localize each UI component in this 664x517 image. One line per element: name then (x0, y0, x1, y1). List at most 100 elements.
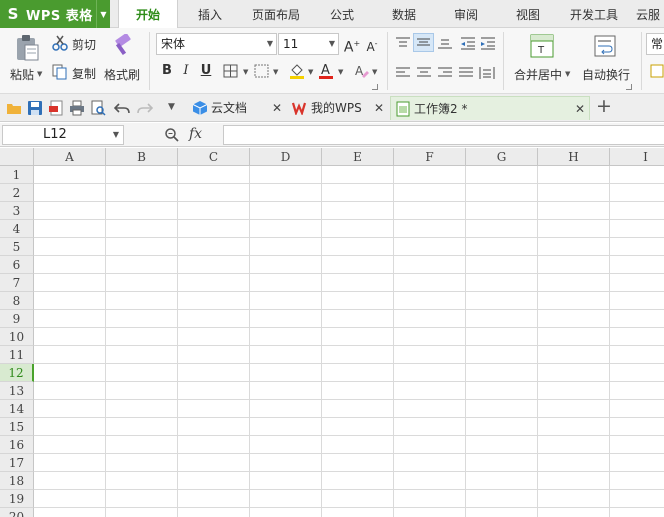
justify-icon[interactable] (458, 66, 474, 80)
underline-button[interactable]: U (197, 62, 215, 80)
formula-input[interactable] (223, 125, 664, 145)
align-center-icon[interactable] (416, 66, 432, 80)
name-box[interactable]: L12 ▼ (2, 125, 124, 145)
row-header-8[interactable]: 8 (0, 292, 34, 310)
font-color-icon[interactable]: A (318, 62, 334, 80)
chevron-down-icon[interactable]: ▼ (96, 0, 110, 28)
row-header-13[interactable]: 13 (0, 382, 34, 400)
wrap-text-button[interactable]: 自动换行 (582, 66, 630, 83)
column-header-b[interactable]: B (106, 148, 178, 166)
font-settings-launcher-icon[interactable] (372, 84, 378, 90)
format-painter-icon[interactable] (110, 34, 134, 62)
redo-icon[interactable] (137, 100, 153, 116)
column-header-d[interactable]: D (250, 148, 322, 166)
increase-indent-icon[interactable] (480, 36, 496, 50)
font-name-select[interactable]: 宋体 ▼ (156, 33, 277, 55)
borders-icon[interactable] (223, 64, 239, 78)
new-tab-plus-icon[interactable]: + (596, 95, 612, 117)
cut-button[interactable]: 剪切 (72, 36, 96, 53)
column-header-g[interactable]: G (466, 148, 538, 166)
format-painter-button[interactable]: 格式刷 (104, 66, 140, 83)
row-header-10[interactable]: 10 (0, 328, 34, 346)
tab-data[interactable]: 数据 (380, 0, 428, 28)
app-menu-button[interactable]: S WPS 表格 ▼ (0, 0, 110, 28)
row-header-1[interactable]: 1 (0, 166, 34, 184)
tab-review[interactable]: 审阅 (442, 0, 490, 28)
merge-center-dropdown-icon[interactable]: ▼ (565, 70, 570, 78)
print-icon[interactable] (69, 100, 85, 116)
distributed-align-icon[interactable] (479, 66, 495, 80)
wrap-text-icon[interactable] (594, 35, 616, 57)
paste-dropdown-icon[interactable]: ▼ (37, 70, 42, 78)
row-header-15[interactable]: 15 (0, 418, 34, 436)
cell-style-icon[interactable] (254, 64, 270, 78)
close-icon[interactable]: ✕ (272, 96, 282, 120)
tab-page-layout[interactable]: 页面布局 (244, 0, 308, 28)
tab-formulas[interactable]: 公式 (318, 0, 366, 28)
clear-format-dropdown-icon[interactable]: ▼ (372, 68, 377, 76)
merge-center-icon[interactable]: T (530, 34, 554, 58)
row-header-9[interactable]: 9 (0, 310, 34, 328)
cell-area[interactable] (34, 166, 664, 517)
align-middle-button[interactable] (413, 33, 434, 52)
column-header-i[interactable]: I (610, 148, 664, 166)
shrink-font-button[interactable]: A- (363, 35, 381, 54)
fill-color-icon[interactable] (289, 62, 305, 80)
italic-button[interactable]: I (177, 62, 195, 80)
column-header-a[interactable]: A (34, 148, 106, 166)
row-header-18[interactable]: 18 (0, 472, 34, 490)
font-size-select[interactable]: 11 ▼ (278, 33, 339, 55)
column-header-h[interactable]: H (538, 148, 610, 166)
decrease-indent-icon[interactable] (460, 36, 476, 50)
cell-style-dropdown-icon[interactable]: ▼ (273, 68, 278, 76)
alignment-settings-launcher-icon[interactable] (626, 84, 632, 90)
bold-button[interactable]: B (158, 62, 176, 80)
magnifier-icon[interactable] (164, 127, 180, 143)
row-header-5[interactable]: 5 (0, 238, 34, 256)
tab-developer[interactable]: 开发工具 (562, 0, 626, 28)
doc-tab-workbook2[interactable]: 工作簿2 * ✕ (390, 96, 590, 120)
row-header-11[interactable]: 11 (0, 346, 34, 364)
align-bottom-icon[interactable] (437, 36, 453, 50)
row-header-3[interactable]: 3 (0, 202, 34, 220)
undo-icon[interactable] (114, 100, 130, 116)
merge-center-button[interactable]: 合并居中 (514, 66, 562, 83)
save-icon[interactable] (27, 100, 43, 116)
paste-icon[interactable] (14, 34, 40, 62)
close-icon[interactable]: ✕ (575, 97, 585, 121)
row-header-12-active[interactable]: 12 (0, 364, 34, 382)
align-right-icon[interactable] (437, 66, 453, 80)
doc-tab-cloud[interactable]: 云文档 ✕ (188, 96, 286, 120)
row-header-7[interactable]: 7 (0, 274, 34, 292)
export-pdf-icon[interactable] (48, 100, 64, 116)
row-header-2[interactable]: 2 (0, 184, 34, 202)
align-top-icon[interactable] (395, 36, 411, 50)
open-folder-icon[interactable] (6, 100, 22, 116)
borders-dropdown-icon[interactable]: ▼ (243, 68, 248, 76)
currency-format-icon[interactable] (650, 64, 664, 78)
column-header-c[interactable]: C (178, 148, 250, 166)
row-header-16[interactable]: 16 (0, 436, 34, 454)
doc-tab-my-wps[interactable]: 我的WPS ✕ (288, 96, 386, 120)
font-color-dropdown-icon[interactable]: ▼ (338, 68, 343, 76)
row-header-20[interactable]: 20 (0, 508, 34, 517)
paste-button[interactable]: 粘贴 (10, 66, 34, 83)
print-preview-icon[interactable] (90, 100, 106, 116)
align-left-icon[interactable] (395, 66, 411, 80)
fill-color-dropdown-icon[interactable]: ▼ (308, 68, 313, 76)
grow-font-button[interactable]: A+ (343, 35, 361, 56)
customize-quick-access-icon[interactable]: ▼ (168, 102, 175, 112)
row-header-4[interactable]: 4 (0, 220, 34, 238)
tab-cloud-service[interactable]: 云服 (636, 0, 664, 28)
row-header-14[interactable]: 14 (0, 400, 34, 418)
close-icon[interactable]: ✕ (374, 96, 384, 120)
select-all-corner[interactable] (0, 148, 34, 166)
tab-view[interactable]: 视图 (504, 0, 552, 28)
row-header-19[interactable]: 19 (0, 490, 34, 508)
number-format-select[interactable]: 常 (646, 33, 664, 55)
tab-home[interactable]: 开始 (118, 0, 178, 29)
row-header-6[interactable]: 6 (0, 256, 34, 274)
row-header-17[interactable]: 17 (0, 454, 34, 472)
insert-function-button[interactable]: fx (189, 126, 202, 142)
column-header-f[interactable]: F (394, 148, 466, 166)
